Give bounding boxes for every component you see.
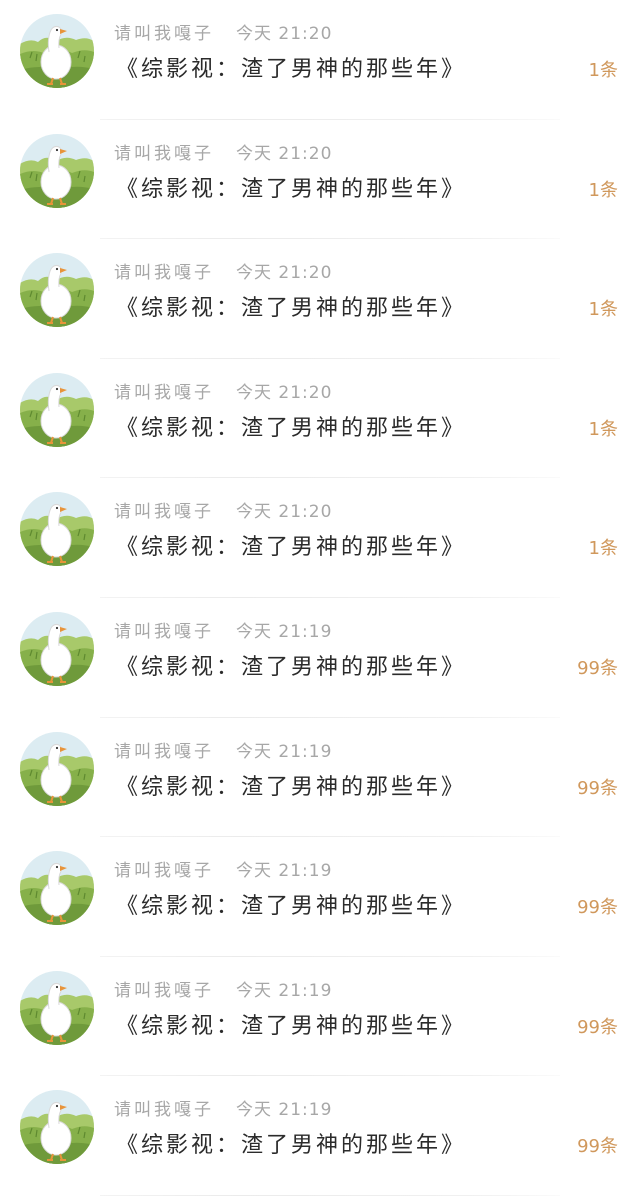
- message-row[interactable]: 请叫我嘎子 今天 21:19 《综影视：渣了男神的那些年》 99条: [0, 1076, 640, 1196]
- message-time: 今天 21:19: [236, 622, 333, 642]
- message-meta: 请叫我嘎子 今天 21:20: [114, 500, 332, 524]
- message-row[interactable]: 请叫我嘎子 今天 21:19 《综影视：渣了男神的那些年》 99条: [0, 718, 640, 838]
- message-count-badge: 1条: [588, 60, 618, 81]
- message-meta: 请叫我嘎子 今天 21:19: [114, 979, 332, 1003]
- sender-name[interactable]: 请叫我嘎子: [114, 861, 214, 881]
- message-time: 今天 21:20: [236, 24, 333, 44]
- message-time: 今天 21:19: [236, 980, 333, 1001]
- sender-name[interactable]: 请叫我嘎子: [114, 144, 214, 164]
- sender-name[interactable]: 请叫我嘎子: [114, 502, 214, 522]
- message-row[interactable]: 请叫我嘎子 今天 21:19 《综影视：渣了男神的那些年》 99条: [0, 598, 640, 718]
- book-title[interactable]: 《综影视：渣了男神的那些年》: [116, 173, 466, 207]
- message-meta: 请叫我嘎子 今天 21:19: [114, 620, 332, 644]
- goose-avatar-icon[interactable]: [20, 492, 94, 567]
- book-title[interactable]: 《综影视：渣了男神的那些年》: [116, 53, 466, 87]
- message-count-badge: 99条: [577, 897, 618, 919]
- goose-avatar-icon[interactable]: [20, 372, 94, 447]
- message-time: 今天 21:19: [236, 741, 333, 762]
- goose-avatar-icon[interactable]: [20, 731, 94, 806]
- goose-avatar-icon[interactable]: [20, 851, 94, 926]
- book-title[interactable]: 《综影视：渣了男神的那些年》: [116, 412, 466, 446]
- sender-name[interactable]: 请叫我嘎子: [114, 742, 214, 762]
- message-row[interactable]: 请叫我嘎子 今天 21:20 《综影视：渣了男神的那些年》 1条: [0, 120, 640, 240]
- message-count-badge: 99条: [577, 1136, 618, 1158]
- message-row[interactable]: 请叫我嘎子 今天 21:20 《综影视：渣了男神的那些年》 1条: [0, 239, 640, 359]
- message-list: 请叫我嘎子 今天 21:20 《综影视：渣了男神的那些年》 1条 请叫我嘎子 今天 …: [0, 0, 640, 1196]
- goose-avatar-icon[interactable]: [20, 253, 94, 328]
- message-count-badge: 1条: [588, 299, 618, 321]
- book-title[interactable]: 《综影视：渣了男神的那些年》: [116, 1010, 466, 1044]
- goose-avatar-icon[interactable]: [20, 1090, 94, 1165]
- message-meta: 请叫我嘎子 今天 21:20: [114, 381, 332, 405]
- goose-avatar-icon[interactable]: [20, 14, 94, 88]
- message-row[interactable]: 请叫我嘎子 今天 21:20 《综影视：渣了男神的那些年》 1条: [0, 0, 640, 120]
- book-title[interactable]: 《综影视：渣了男神的那些年》: [116, 771, 466, 805]
- message-count-badge: 99条: [577, 777, 618, 799]
- message-count-badge: 99条: [577, 1016, 618, 1038]
- book-title[interactable]: 《综影视：渣了男神的那些年》: [116, 1129, 466, 1163]
- message-count-badge: 99条: [577, 658, 618, 679]
- goose-avatar-icon[interactable]: [20, 612, 94, 686]
- message-row[interactable]: 请叫我嘎子 今天 21:20 《综影视：渣了男神的那些年》 1条: [0, 359, 640, 479]
- goose-avatar-icon[interactable]: [20, 133, 94, 208]
- book-title[interactable]: 《综影视：渣了男神的那些年》: [116, 531, 466, 565]
- message-time: 今天 21:19: [236, 861, 333, 882]
- message-count-badge: 1条: [588, 179, 618, 201]
- book-title[interactable]: 《综影视：渣了男神的那些年》: [116, 890, 466, 924]
- book-title[interactable]: 《综影视：渣了男神的那些年》: [116, 292, 466, 326]
- message-time: 今天 21:20: [236, 382, 333, 403]
- message-row[interactable]: 请叫我嘎子 今天 21:19 《综影视：渣了男神的那些年》 99条: [0, 957, 640, 1077]
- message-meta: 请叫我嘎子 今天 21:20: [114, 22, 332, 46]
- sender-name[interactable]: 请叫我嘎子: [114, 263, 214, 283]
- goose-avatar-icon[interactable]: [20, 970, 94, 1045]
- message-time: 今天 21:20: [236, 502, 333, 523]
- message-meta: 请叫我嘎子 今天 21:20: [114, 261, 332, 285]
- message-count-badge: 1条: [588, 538, 618, 560]
- message-time: 今天 21:19: [236, 1100, 333, 1121]
- sender-name[interactable]: 请叫我嘎子: [114, 1100, 214, 1120]
- message-time: 今天 21:20: [236, 263, 333, 284]
- message-meta: 请叫我嘎子 今天 21:19: [114, 859, 332, 883]
- sender-name[interactable]: 请叫我嘎子: [114, 981, 214, 1001]
- sender-name[interactable]: 请叫我嘎子: [114, 622, 214, 642]
- message-meta: 请叫我嘎子 今天 21:19: [114, 1098, 332, 1122]
- book-title[interactable]: 《综影视：渣了男神的那些年》: [116, 651, 466, 685]
- message-time: 今天 21:20: [236, 143, 333, 164]
- sender-name[interactable]: 请叫我嘎子: [114, 383, 214, 403]
- message-row[interactable]: 请叫我嘎子 今天 21:20 《综影视：渣了男神的那些年》 1条: [0, 478, 640, 598]
- sender-name[interactable]: 请叫我嘎子: [114, 24, 214, 44]
- message-meta: 请叫我嘎子 今天 21:20: [114, 142, 332, 166]
- message-count-badge: 1条: [588, 418, 618, 440]
- message-row[interactable]: 请叫我嘎子 今天 21:19 《综影视：渣了男神的那些年》 99条: [0, 837, 640, 957]
- message-meta: 请叫我嘎子 今天 21:19: [114, 740, 332, 764]
